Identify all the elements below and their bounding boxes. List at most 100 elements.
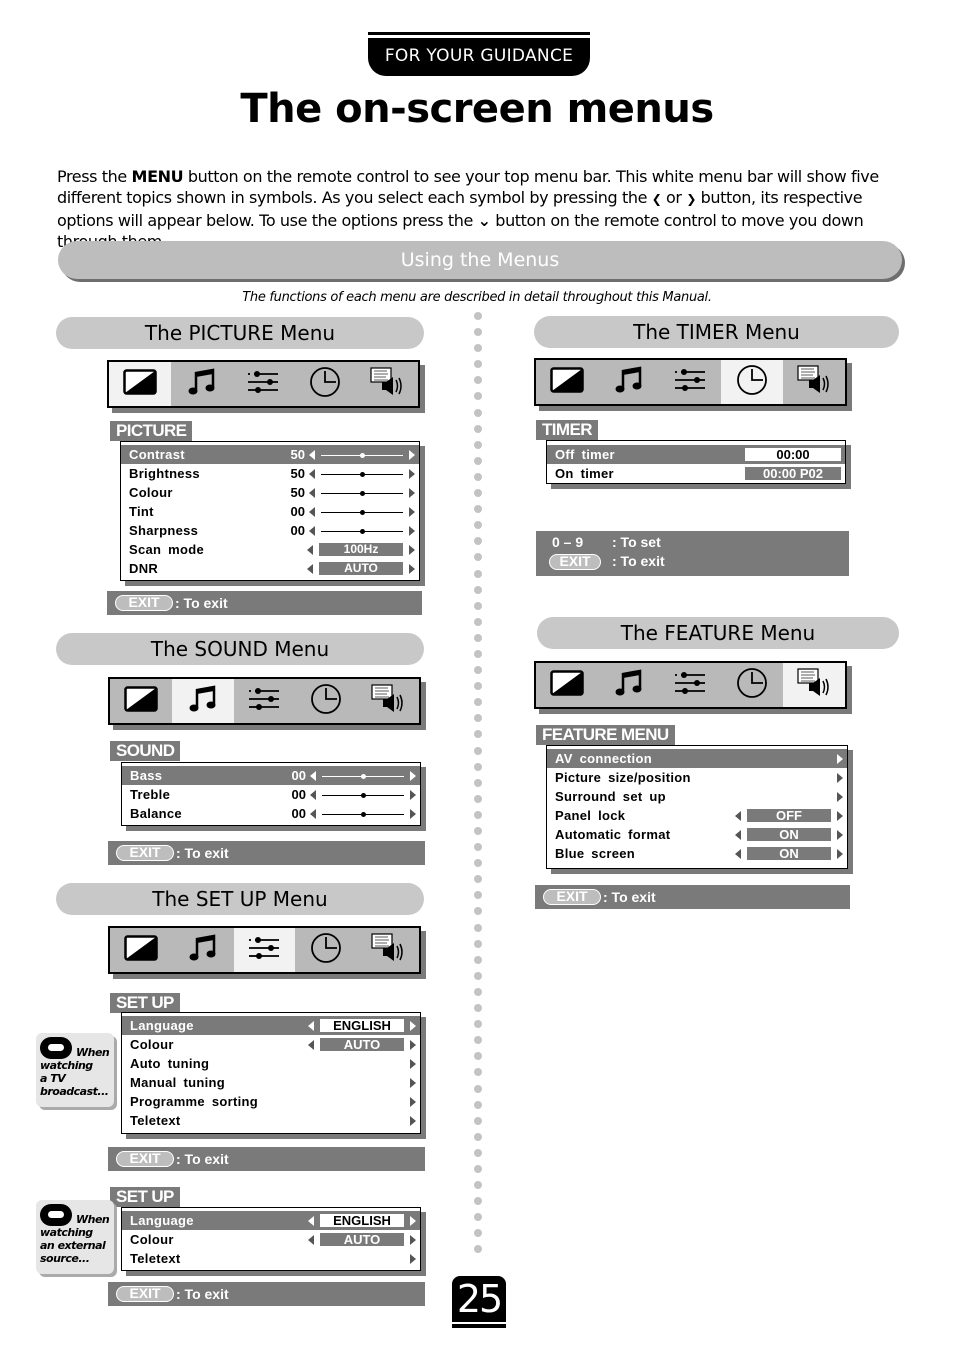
submenu-arrow-icon[interactable] (410, 1115, 416, 1126)
submenu-arrow-icon[interactable] (837, 772, 843, 783)
slider-knob[interactable] (361, 773, 366, 779)
left-arrow-icon[interactable] (309, 506, 315, 517)
right-arrow-icon[interactable] (410, 1020, 416, 1031)
value-slider[interactable] (321, 488, 403, 498)
submenu-arrow-icon[interactable] (837, 753, 843, 764)
menu-row[interactable]: Teletext (122, 1111, 420, 1130)
exit-key[interactable]: EXIT (549, 554, 601, 570)
picture-tab[interactable] (110, 679, 172, 723)
submenu-arrow-icon[interactable] (837, 791, 843, 802)
setup-sliders-tab[interactable] (234, 679, 296, 723)
left-arrow-icon[interactable] (309, 449, 315, 460)
menu-row[interactable]: Scan mode 100Hz (121, 540, 419, 559)
picture-tab[interactable] (536, 360, 598, 404)
left-arrow-icon[interactable] (309, 468, 315, 479)
timer-clock-tab[interactable] (721, 663, 783, 707)
setup-sliders-tab[interactable] (660, 360, 722, 404)
left-arrow-icon[interactable] (308, 1039, 314, 1050)
value-slider[interactable] (322, 809, 404, 819)
slider-knob[interactable] (360, 528, 365, 534)
slider-knob[interactable] (360, 490, 365, 496)
feature-teletext-speaker-tab[interactable] (783, 360, 845, 404)
left-arrow-icon[interactable] (310, 808, 316, 819)
left-arrow-icon[interactable] (308, 1020, 314, 1031)
sound-note-tab[interactable] (598, 663, 660, 707)
right-arrow-icon[interactable] (409, 487, 415, 498)
right-arrow-icon[interactable] (410, 1215, 416, 1226)
slider-knob[interactable] (360, 471, 365, 477)
setup-sliders-tab[interactable] (233, 362, 295, 406)
left-arrow-icon[interactable] (310, 770, 316, 781)
menu-row[interactable]: Automatic format ON (547, 825, 847, 844)
left-arrow-icon[interactable] (735, 810, 741, 821)
left-arrow-icon[interactable] (307, 563, 313, 574)
menu-row[interactable]: Colour AUTO (122, 1230, 420, 1249)
left-arrow-icon[interactable] (310, 789, 316, 800)
slider-knob[interactable] (360, 452, 365, 458)
right-arrow-icon[interactable] (410, 1234, 416, 1245)
menu-row[interactable]: Surround set up (547, 787, 847, 806)
value-slider[interactable] (321, 507, 403, 517)
menu-row[interactable]: Auto tuning (122, 1054, 420, 1073)
submenu-arrow-icon[interactable] (410, 1096, 416, 1107)
right-arrow-icon[interactable] (409, 449, 415, 460)
menu-row[interactable]: Manual tuning (122, 1073, 420, 1092)
sound-note-tab[interactable] (171, 362, 233, 406)
feature-teletext-speaker-tab[interactable] (357, 679, 419, 723)
menu-row[interactable]: Balance 00 (122, 804, 420, 823)
menu-row[interactable]: Brightness 50 (121, 464, 419, 483)
picture-tab[interactable] (536, 663, 598, 707)
exit-key[interactable]: EXIT (116, 1151, 174, 1167)
right-arrow-icon[interactable] (409, 544, 415, 555)
timer-clock-tab[interactable] (294, 362, 356, 406)
right-arrow-icon[interactable] (410, 1039, 416, 1050)
right-arrow-icon[interactable] (837, 810, 843, 821)
submenu-arrow-icon[interactable] (410, 1253, 416, 1264)
menu-row[interactable]: On timer 00:00 P02 (547, 464, 845, 483)
exit-key[interactable]: EXIT (115, 595, 173, 611)
left-arrow-icon[interactable] (308, 1215, 314, 1226)
feature-teletext-speaker-tab[interactable] (783, 663, 845, 707)
menu-row[interactable]: Treble 00 (122, 785, 420, 804)
left-arrow-icon[interactable] (735, 829, 741, 840)
value-slider[interactable] (322, 790, 404, 800)
slider-knob[interactable] (360, 509, 365, 515)
menu-row[interactable]: DNR AUTO (121, 559, 419, 578)
right-arrow-icon[interactable] (409, 563, 415, 574)
menu-row[interactable]: Sharpness 00 (121, 521, 419, 540)
menu-row[interactable]: Bass 00 (122, 766, 420, 785)
value-slider[interactable] (322, 771, 404, 781)
right-arrow-icon[interactable] (409, 468, 415, 479)
feature-teletext-speaker-tab[interactable] (357, 928, 419, 972)
left-arrow-icon[interactable] (735, 848, 741, 859)
picture-tab[interactable] (110, 928, 172, 972)
right-arrow-icon[interactable] (410, 789, 416, 800)
value-slider[interactable] (321, 469, 403, 479)
left-arrow-icon[interactable] (308, 1234, 314, 1245)
exit-key[interactable]: EXIT (116, 845, 174, 861)
exit-key[interactable]: EXIT (116, 1286, 174, 1302)
menu-row[interactable]: Panel lock OFF (547, 806, 847, 825)
menu-row[interactable]: Language ENGLISH (122, 1016, 420, 1035)
menu-row[interactable]: Tint 00 (121, 502, 419, 521)
right-arrow-icon[interactable] (837, 829, 843, 840)
timer-clock-tab[interactable] (295, 679, 357, 723)
sound-note-tab[interactable] (171, 679, 234, 723)
timer-clock-tab[interactable] (295, 928, 357, 972)
slider-knob[interactable] (361, 792, 366, 798)
slider-knob[interactable] (361, 811, 366, 817)
picture-tab[interactable] (109, 362, 171, 406)
menu-row[interactable]: Off timer 00:00 (547, 445, 845, 464)
left-arrow-icon[interactable] (309, 487, 315, 498)
menu-row[interactable]: Blue screen ON (547, 844, 847, 863)
right-arrow-icon[interactable] (837, 848, 843, 859)
right-arrow-icon[interactable] (409, 506, 415, 517)
menu-row[interactable]: Colour AUTO (122, 1035, 420, 1054)
right-arrow-icon[interactable] (409, 525, 415, 536)
menu-row[interactable]: Contrast 50 (121, 445, 419, 464)
menu-row[interactable]: Picture size/position (547, 768, 847, 787)
sound-note-tab[interactable] (172, 928, 234, 972)
right-arrow-icon[interactable] (410, 770, 416, 781)
right-arrow-icon[interactable] (410, 808, 416, 819)
menu-row[interactable]: Language ENGLISH (122, 1211, 420, 1230)
